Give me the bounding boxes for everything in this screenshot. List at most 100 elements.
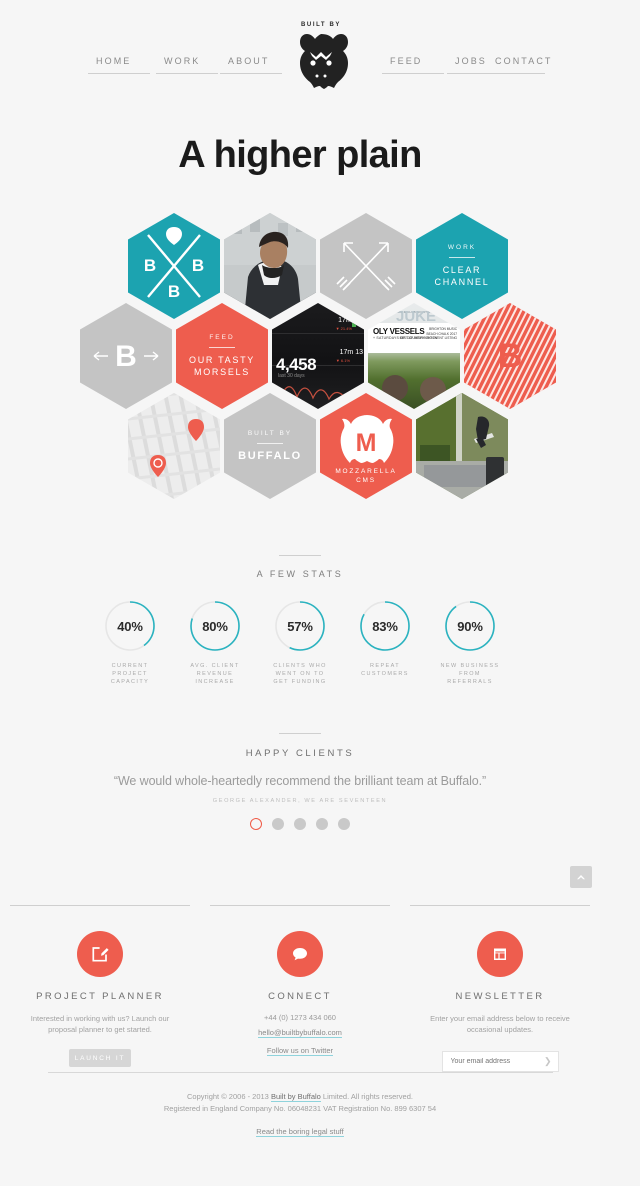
stat-value: 83% xyxy=(372,618,398,634)
chevron-up-icon xyxy=(577,874,585,879)
dash-time-mid: 17m 13 xyxy=(339,349,363,356)
footer-col-project-planner: PROJECT PLANNER Interested in working wi… xyxy=(0,905,200,1072)
email-input[interactable] xyxy=(442,1058,539,1065)
footer-twitter-link[interactable]: Follow us on Twitter xyxy=(266,1046,334,1056)
nav-item-feed[interactable]: FEED xyxy=(390,56,422,66)
hex-divider xyxy=(209,347,235,348)
hex-b-pattern[interactable]: B xyxy=(464,303,556,409)
b-arrows-icon: B xyxy=(93,340,159,373)
stat-value: 57% xyxy=(287,618,313,634)
nav-item-work[interactable]: WORK xyxy=(164,56,200,66)
hex-bbb-logo[interactable]: BBB xyxy=(128,213,220,319)
site-header: HOME WORK ABOUT FEED JOBS CONTACT BUILT BY xyxy=(0,0,600,110)
stat-item: 80% AVG. CLIENT REVENUE INCREASE xyxy=(184,599,246,686)
hex-caption: MOZZARELLA CMS xyxy=(335,468,397,484)
dash-time-top: 17m 11 xyxy=(338,317,361,324)
hex-content: FEED OUR TASTY MORSELS xyxy=(176,303,268,409)
speech-bubble-icon[interactable] xyxy=(277,931,323,977)
hex-title: BUFFALO xyxy=(238,450,302,462)
hex-map[interactable] xyxy=(128,393,220,499)
site-logo[interactable]: BUILT BY xyxy=(288,22,354,94)
stat-progress-ring: 40% xyxy=(103,599,157,653)
legal-link[interactable]: Read the boring legal stuff xyxy=(256,1127,344,1137)
copyright-line-1: Copyright © 2006 - 2013 Built by Buffalo… xyxy=(0,1091,600,1103)
content-column: HOME WORK ABOUT FEED JOBS CONTACT BUILT BY A … xyxy=(0,0,600,1186)
nav-underline xyxy=(156,73,218,74)
footer-columns: PROJECT PLANNER Interested in working wi… xyxy=(0,905,600,1072)
divider xyxy=(410,905,590,906)
svg-text:B: B xyxy=(115,340,137,373)
pagination-dot[interactable] xyxy=(272,818,284,830)
hex-eyebrow: WORK xyxy=(447,244,477,251)
copyright-post: Limited. All rights reserved. xyxy=(320,1092,413,1101)
stat-label: CURRENT PROJECT CAPACITY xyxy=(110,663,150,685)
nav-item-home[interactable]: HOME xyxy=(96,56,131,66)
page-root: HOME WORK ABOUT FEED JOBS CONTACT BUILT BY A … xyxy=(0,0,640,1186)
footer-col-text: Interested in working with us? Launch ou… xyxy=(30,1014,170,1034)
logo-tagline: BUILT BY xyxy=(300,22,342,28)
hex-content: WORK CLEAR CHANNEL xyxy=(416,213,508,319)
testimonial-title: HAPPY CLIENTS xyxy=(245,748,355,759)
page-title: A higher plain xyxy=(178,134,422,176)
compose-pencil-icon[interactable] xyxy=(77,931,123,977)
scroll-to-top-button[interactable] xyxy=(570,866,592,888)
hex-built-by-buffalo[interactable]: BUILT BY BUFFALO xyxy=(224,393,316,499)
stat-progress-ring: 83% xyxy=(358,599,412,653)
footer-email-link[interactable]: hello@builtbybuffalo.com xyxy=(258,1028,342,1038)
pagination-dot[interactable] xyxy=(250,818,262,830)
section-divider xyxy=(279,555,321,556)
copyright-line-2: Registered in England Company No. 060482… xyxy=(163,1104,437,1113)
nav-underline xyxy=(220,73,282,74)
hex-mozzarella-cms[interactable]: M MOZZARELLA CMS xyxy=(320,393,412,499)
stat-item: 40% CURRENT PROJECT CAPACITY xyxy=(99,599,161,686)
stat-progress-ring: 80% xyxy=(188,599,242,653)
dash-sparkline xyxy=(280,386,349,402)
stats-section: A FEW STATS 40% CURRENT PROJECT CAPACITY 8… xyxy=(0,555,600,686)
nav-item-contact[interactable]: CONTACT xyxy=(495,56,553,66)
company-link[interactable]: Built by Buffalo xyxy=(270,1092,321,1102)
nav-item-about[interactable]: ABOUT xyxy=(228,56,270,66)
layout-grid-icon[interactable] xyxy=(477,931,523,977)
nav-item-jobs[interactable]: JOBS xyxy=(455,56,487,66)
hex-b-arrows[interactable]: B xyxy=(80,303,172,409)
hex-work-clear-channel[interactable]: WORK CLEAR CHANNEL xyxy=(416,213,508,319)
testimonial-quote: “We would whole-heartedly recommend the … xyxy=(113,774,487,788)
dash-stat-label: last 30 days xyxy=(278,373,305,379)
stat-label: REPEAT CUSTOMERS xyxy=(361,663,409,677)
stat-item: 57% CLIENTS WHO WENT ON TO GET FUNDING xyxy=(269,599,331,686)
dash-rule xyxy=(272,333,364,334)
hex-eyebrow: BUILT BY xyxy=(247,430,293,437)
footer-col-title: PROJECT PLANNER xyxy=(36,991,164,1002)
launch-it-button[interactable]: LAUNCH IT xyxy=(69,1049,131,1067)
hex-content: 17m 11 ▼ 21.4% 17m 13 ▼ 6.1% 4,458 last 30 da… xyxy=(272,303,364,409)
map-pins-icon xyxy=(128,393,220,499)
footer-col-title: NEWSLETTER xyxy=(455,991,545,1002)
stats-title: A FEW STATS xyxy=(256,569,344,579)
hex-title: OUR TASTY MORSELS xyxy=(189,355,255,377)
footer-phone: +44 (0) 1273 434 060 xyxy=(264,1013,336,1022)
pagination-dot[interactable] xyxy=(316,818,328,830)
hex-feed[interactable]: FEED OUR TASTY MORSELS xyxy=(176,303,268,409)
testimonial-section: HAPPY CLIENTS “We would whole-heartedly … xyxy=(0,733,600,830)
hex-content: BUILT BY BUFFALO xyxy=(224,393,316,499)
hex-divider xyxy=(257,443,283,444)
hex-photo-cyclist[interactable] xyxy=(224,213,316,319)
chevron-right-icon[interactable]: ❯ xyxy=(544,1056,552,1067)
hex-title: CLEAR CHANNEL xyxy=(434,265,490,287)
hex-dashboard[interactable]: 17m 11 ▼ 21.4% 17m 13 ▼ 6.1% 4,458 last 30 da… xyxy=(272,303,364,409)
pagination-dot[interactable] xyxy=(294,818,306,830)
hex-poster[interactable]: + GIGS, CULTURE & CLUB NIGHT EVENT LISTI… xyxy=(368,303,460,409)
pagination-dot[interactable] xyxy=(338,818,350,830)
footer-col-text: Enter your email address below to receiv… xyxy=(430,1014,570,1034)
section-divider xyxy=(279,733,321,734)
b-striped-icon: B xyxy=(464,303,556,409)
portfolio-hex-grid: B B B WORK CLEAR CHANNEL B FEED OUR TASTY MORSE… xyxy=(0,213,600,499)
dash-delta-top: ▼ 21.4% xyxy=(335,326,352,331)
buffalo-head-icon xyxy=(288,31,354,94)
svg-text:B: B xyxy=(498,337,523,375)
hex-arrows[interactable] xyxy=(320,213,412,319)
hex-eyebrow: FEED xyxy=(209,334,235,341)
hex-content: + GIGS, CULTURE & CLUB NIGHT EVENT LISTI… xyxy=(368,303,460,409)
hex-photo-skate[interactable] xyxy=(416,393,508,499)
testimonial-author: GEORGE ALEXANDER, WE ARE SEVENTEEN xyxy=(212,798,388,804)
